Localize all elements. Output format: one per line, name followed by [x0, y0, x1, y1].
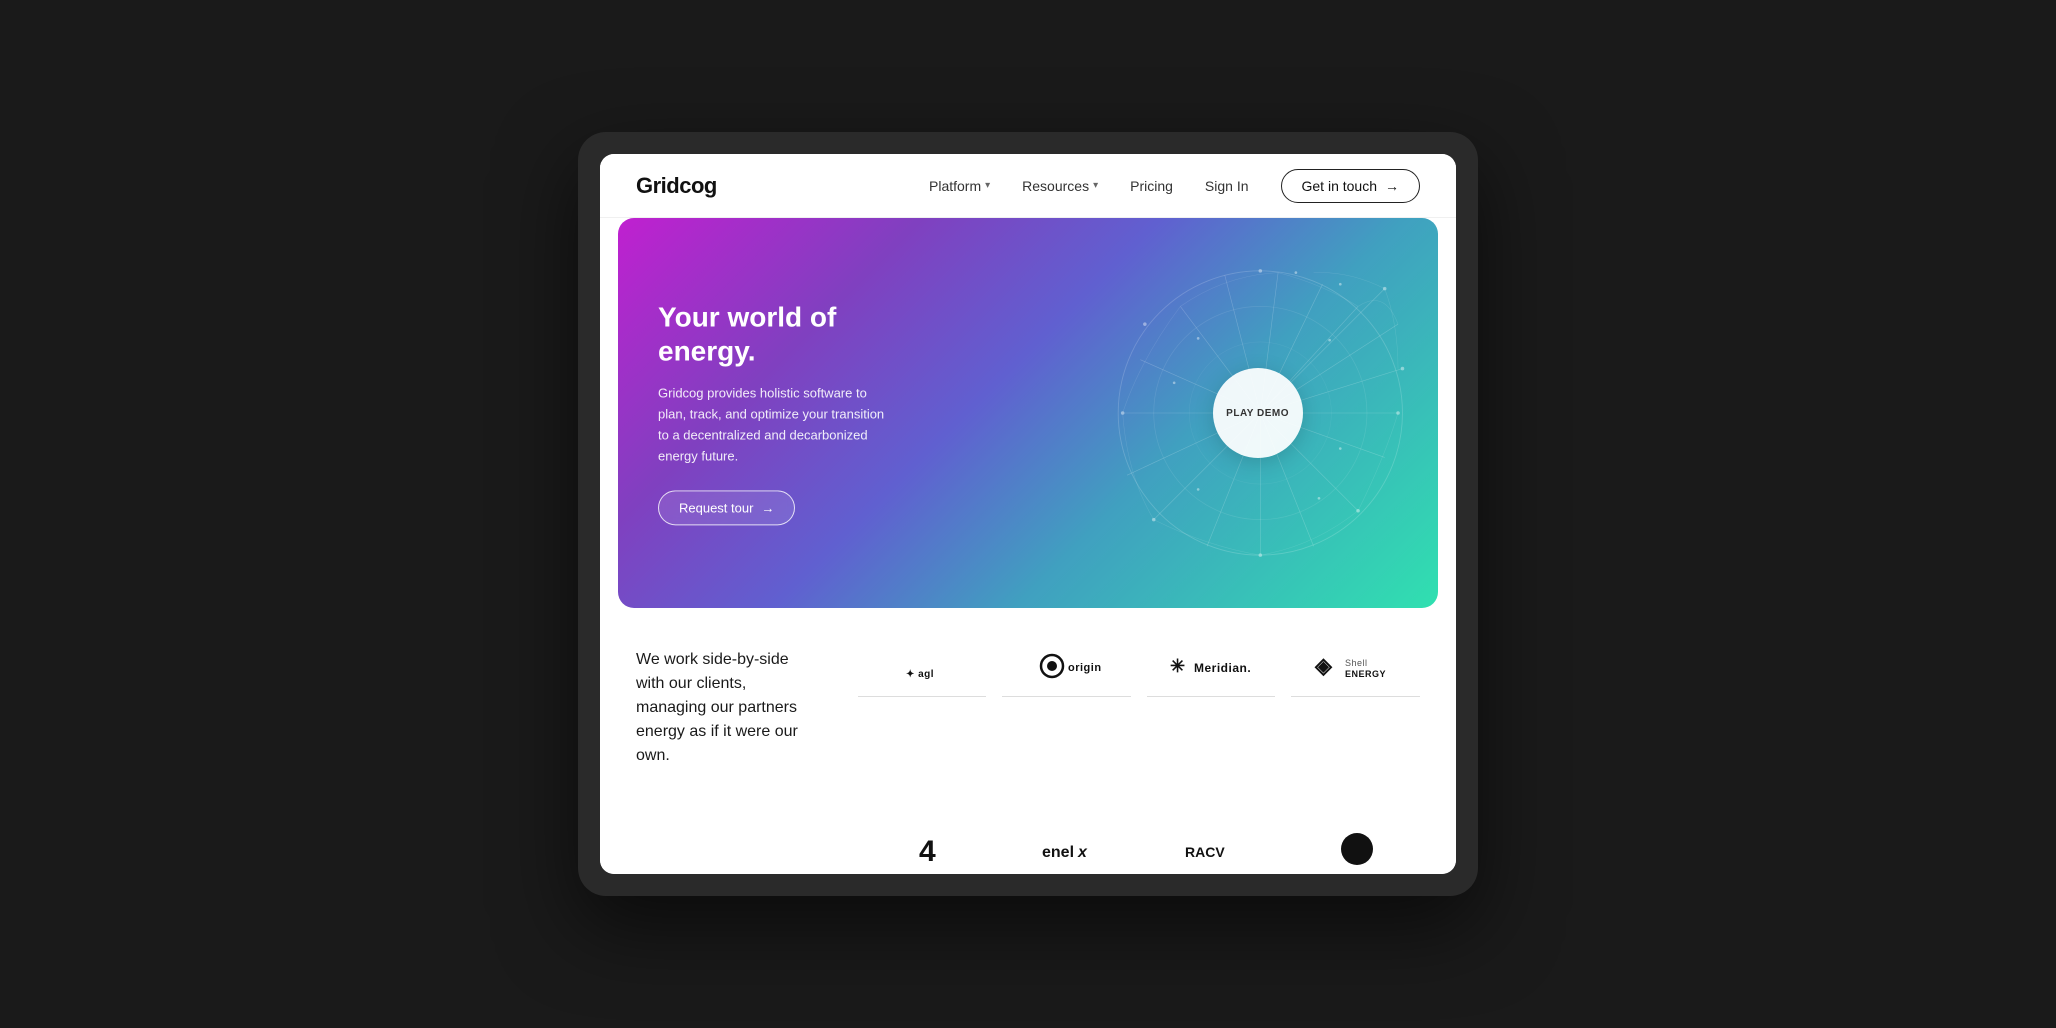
clients-text: We work side-by-side with our clients, m… — [636, 648, 798, 768]
hero-description: Gridcog provides holistic software to pl… — [658, 384, 898, 467]
hero-content: Your world of energy. Gridcog provides h… — [658, 300, 898, 525]
svg-text:Meridian.: Meridian. — [1194, 661, 1251, 675]
nav-links: Platform ▾ Resources ▾ Pricing Sign In — [929, 178, 1249, 194]
svg-text:enel: enel — [1042, 844, 1074, 861]
logo-row2-3: RACV — [1154, 824, 1279, 874]
logo[interactable]: Gridcog — [636, 173, 717, 199]
request-tour-button[interactable]: Request tour → — [658, 491, 795, 526]
svg-text:✦ agl: ✦ agl — [906, 669, 934, 680]
svg-text:Shell: Shell — [1345, 658, 1368, 668]
nav-pricing[interactable]: Pricing — [1130, 178, 1173, 194]
get-in-touch-button[interactable]: Get in touch → — [1281, 169, 1421, 203]
logo-shell-energy: ◈ Shell ENERGY — [1291, 648, 1420, 697]
device-frame: Gridcog Platform ▾ Resources ▾ Pricing S… — [578, 132, 1478, 896]
nav-signin[interactable]: Sign In — [1205, 178, 1249, 194]
hero-section: Your world of energy. Gridcog provides h… — [618, 218, 1438, 608]
svg-text:◈: ◈ — [1314, 653, 1333, 678]
chevron-down-icon: ▾ — [985, 180, 990, 191]
logo-meridian: ✳ Meridian. — [1147, 648, 1276, 697]
clients-section: We work side-by-side with our clients, m… — [600, 608, 1456, 808]
client-logos-row1: ✦ agl origin — [858, 648, 1420, 697]
nav-platform[interactable]: Platform ▾ — [929, 178, 990, 194]
svg-text:origin: origin — [1068, 662, 1102, 674]
logo-row2-1: 4 — [871, 824, 996, 874]
chevron-down-icon: ▾ — [1093, 180, 1098, 191]
browser-window: Gridcog Platform ▾ Resources ▾ Pricing S… — [600, 154, 1456, 874]
arrow-icon: → — [761, 501, 774, 516]
arrow-icon: → — [1385, 178, 1399, 194]
svg-text:x: x — [1077, 844, 1088, 861]
svg-text:ENERGY: ENERGY — [1345, 669, 1386, 679]
play-demo-button[interactable]: PLAY DEMO — [1213, 368, 1303, 458]
logo-origin: origin — [1002, 648, 1131, 697]
clients-logos-row2: 4 enel x RACV — [600, 808, 1456, 874]
logo-row2-4 — [1295, 824, 1420, 874]
logo-row2-2: enel x — [1012, 824, 1137, 874]
navbar: Gridcog Platform ▾ Resources ▾ Pricing S… — [600, 154, 1456, 218]
nav-resources[interactable]: Resources ▾ — [1022, 178, 1098, 194]
svg-text:RACV: RACV — [1185, 844, 1225, 860]
svg-text:4: 4 — [919, 835, 936, 868]
hero-visual — [905, 218, 1438, 608]
hero-title: Your world of energy. — [658, 300, 898, 367]
play-demo-label: PLAY DEMO — [1226, 408, 1289, 419]
svg-text:✳: ✳ — [1170, 656, 1186, 676]
logo-agl: ✦ agl — [858, 648, 987, 697]
